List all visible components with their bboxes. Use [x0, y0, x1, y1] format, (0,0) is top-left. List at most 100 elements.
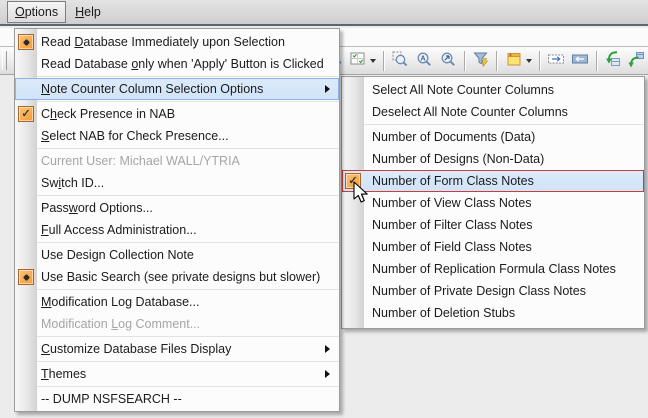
menu-item-themes[interactable]: Themes	[15, 363, 339, 385]
toolbar-separator	[464, 51, 465, 71]
menu-item-select-nab-for-check-presence[interactable]: Select NAB for Check Presence...	[15, 125, 339, 147]
menu-item-label: Password Options...	[41, 201, 153, 215]
menu-separator	[15, 336, 339, 337]
zoom-region-button[interactable]	[389, 50, 411, 72]
menu-item-label: Number of Private Design Class Notes	[372, 284, 586, 298]
filter-button[interactable]	[470, 50, 492, 72]
menu-item-read-database-only-when-apply-button-is-clicked[interactable]: Read Database only when 'Apply' Button i…	[15, 53, 339, 75]
menu-item-label: Number of Designs (Non-Data)	[372, 152, 544, 166]
menu-separator	[15, 386, 339, 387]
menu-item-use-design-collection-note[interactable]: Use Design Collection Note	[15, 244, 339, 266]
menubar-item-options[interactable]: Options	[7, 1, 66, 23]
note-button[interactable]	[502, 50, 534, 72]
note-icon	[505, 50, 523, 71]
menu-item-label: Modification Log Database...	[41, 295, 199, 309]
radio-bullet-icon	[18, 34, 34, 50]
note-counter-submenu: Select All Note Counter Columns Deselect …	[341, 76, 645, 329]
export-data-button[interactable]	[625, 50, 647, 72]
submenu-item-number-of-replication-formula-class-notes[interactable]: Number of Replication Formula Class Note…	[342, 258, 644, 280]
submenu-item-number-of-field-class-notes[interactable]: Number of Field Class Notes	[342, 236, 644, 258]
menu-item-label: Read Database Immediately upon Selection	[41, 35, 285, 49]
menu-item-use-basic-search-see-private-designs-but-slower[interactable]: Use Basic Search (see private designs bu…	[15, 266, 339, 288]
checkmark-icon: ✓	[18, 106, 34, 122]
menu-separator	[15, 195, 339, 196]
export-data-icon	[627, 50, 645, 71]
menubar-item-help[interactable]: Help	[67, 1, 109, 23]
menu-item-label: Number of Documents (Data)	[372, 130, 535, 144]
import-data-button[interactable]	[602, 50, 624, 72]
checkmark-icon: ✓	[345, 173, 361, 189]
menu-item-label: Select All Note Counter Columns	[372, 83, 554, 97]
menu-item-label: Check Presence in NAB	[41, 107, 175, 121]
submenu-item-select-all-note-counter-columns[interactable]: Select All Note Counter Columns	[342, 79, 644, 101]
menu-separator	[15, 148, 339, 149]
submenu-item-deselect-all-note-counter-columns[interactable]: Deselect All Note Counter Columns	[342, 101, 644, 123]
toolbar-separator	[539, 51, 540, 71]
menu-item-read-database-immediately-upon-selection[interactable]: Read Database Immediately upon Selection	[15, 31, 339, 53]
zoom-region-icon	[391, 50, 409, 71]
dropdown-arrow-icon	[526, 59, 532, 63]
menu-item-modification-log-comment: Modification Log Comment...	[15, 313, 339, 335]
menu-item-label: Deselect All Note Counter Columns	[372, 105, 568, 119]
menu-separator	[15, 242, 339, 243]
submenu-item-number-of-deletion-stubs[interactable]: Number of Deletion Stubs	[342, 302, 644, 324]
menu-item-label: Number of Form Class Notes	[372, 174, 534, 188]
dropdown-arrow-icon	[370, 59, 376, 63]
submenu-item-number-of-form-class-notes[interactable]: ✓ Number of Form Class Notes	[342, 170, 644, 192]
menu-item-label: Number of Filter Class Notes	[372, 218, 532, 232]
menubar: Options Help	[0, 0, 648, 26]
menu-separator	[342, 124, 644, 125]
menu-item-dump-nsfsearch[interactable]: -- DUMP NSFSEARCH --	[15, 388, 339, 410]
submenu-arrow-icon	[325, 370, 330, 378]
menu-item-label: Number of Replication Formula Class Note…	[372, 262, 616, 276]
menu-item-label: Modification Log Comment...	[41, 317, 200, 331]
submenu-arrow-icon	[325, 85, 330, 93]
menu-item-note-counter-column-selection-options[interactable]: Note Counter Column Selection Options	[15, 78, 339, 100]
zoom-100-button[interactable]: A	[413, 50, 435, 72]
submenu-item-number-of-filter-class-notes[interactable]: Number of Filter Class Notes	[342, 214, 644, 236]
menu-item-label: Options	[15, 5, 58, 19]
zoom-fit-button[interactable]	[437, 50, 459, 72]
menu-item-label: -- DUMP NSFSEARCH --	[41, 392, 182, 406]
menu-item-label: Select NAB for Check Presence...	[41, 129, 229, 143]
menu-item-label: Number of Deletion Stubs	[372, 306, 515, 320]
menu-item-current-user-michael-wall-ytria: Current User: Michael WALL/YTRIA	[15, 150, 339, 172]
submenu-item-number-of-view-class-notes[interactable]: Number of View Class Notes	[342, 192, 644, 214]
submenu-item-number-of-designs-non-data[interactable]: Number of Designs (Non-Data)	[342, 148, 644, 170]
submenu-arrow-icon	[325, 345, 330, 353]
application-window: A Options Help Read Database Immediately …	[0, 0, 648, 418]
menu-item-password-options[interactable]: Password Options...	[15, 197, 339, 219]
zoom-fit-icon	[439, 50, 457, 71]
menu-item-label: Full Access Administration...	[41, 223, 197, 237]
grid-check-button[interactable]	[347, 50, 379, 72]
menu-item-label: Use Basic Search (see private designs bu…	[41, 270, 320, 284]
collapse-columns-icon	[571, 50, 589, 71]
menu-item-label: Switch ID...	[41, 176, 104, 190]
expand-columns-icon	[547, 50, 565, 71]
menu-item-check-presence-in-nab[interactable]: ✓ Check Presence in NAB	[15, 103, 339, 125]
options-menu: Read Database Immediately upon Selection…	[14, 28, 340, 412]
menu-separator	[15, 361, 339, 362]
submenu-item-number-of-documents-data[interactable]: Number of Documents (Data)	[342, 126, 644, 148]
menu-item-label: Help	[75, 5, 101, 19]
menu-item-label: Read Database only when 'Apply' Button i…	[41, 57, 324, 71]
menu-item-switch-id[interactable]: Switch ID...	[15, 172, 339, 194]
grid-check-icon	[349, 50, 367, 71]
toolbar-separator	[596, 51, 597, 71]
menu-item-modification-log-database[interactable]: Modification Log Database...	[15, 291, 339, 313]
radio-bullet-icon	[18, 269, 34, 285]
menu-separator	[15, 289, 339, 290]
menu-item-label: Current User: Michael WALL/YTRIA	[41, 154, 240, 168]
menu-item-customize-database-files-display[interactable]: Customize Database Files Display	[15, 338, 339, 360]
menu-item-label: Number of Field Class Notes	[372, 240, 532, 254]
menu-item-full-access-administration[interactable]: Full Access Administration...	[15, 219, 339, 241]
menu-separator	[15, 76, 339, 77]
menu-item-label: Use Design Collection Note	[41, 248, 194, 262]
svg-text:A: A	[420, 56, 425, 63]
submenu-item-number-of-private-design-class-notes[interactable]: Number of Private Design Class Notes	[342, 280, 644, 302]
toolbar-grip[interactable]	[2, 51, 7, 70]
collapse-columns-button[interactable]	[569, 50, 591, 72]
toolbar-separator	[383, 51, 384, 71]
zoom-100-icon: A	[415, 50, 433, 71]
expand-columns-button[interactable]	[545, 50, 567, 72]
